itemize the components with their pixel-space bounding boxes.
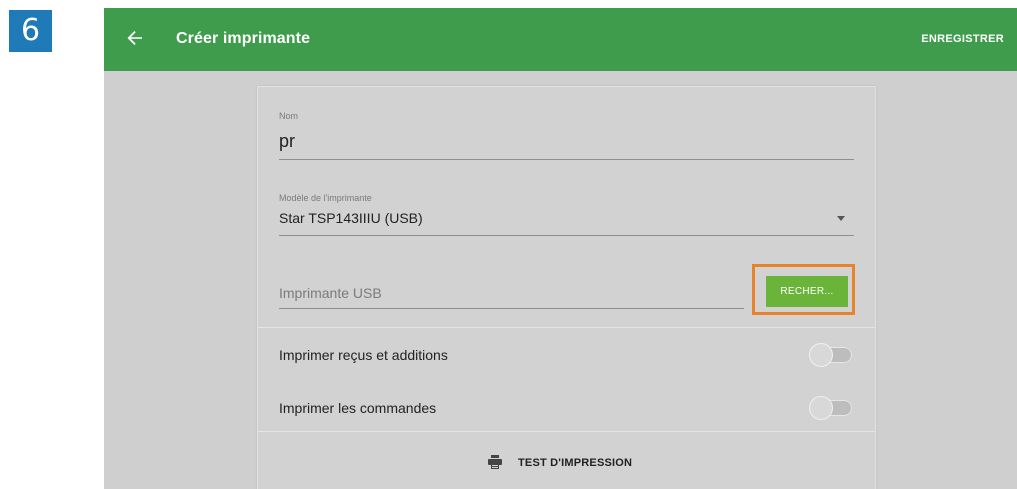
test-print-label: TEST D'IMPRESSION xyxy=(518,457,633,469)
toggle-print-receipts[interactable] xyxy=(809,343,857,367)
toggle-print-orders[interactable] xyxy=(809,396,857,420)
section-divider xyxy=(258,327,875,328)
model-select-underline xyxy=(279,235,854,236)
save-button[interactable]: ENREGISTRER xyxy=(921,33,1004,45)
toggle-thumb xyxy=(809,396,833,420)
step-number-badge: 6 xyxy=(9,10,52,52)
section-divider xyxy=(258,431,875,432)
app-bar: Créer imprimante ENREGISTRER xyxy=(104,8,1017,71)
toggle-thumb xyxy=(809,343,833,367)
app-screen: Créer imprimante ENREGISTRER Nom pr Modè… xyxy=(104,8,1017,489)
toggle-label-receipts: Imprimer reçus et additions xyxy=(279,347,448,363)
toggle-label-orders: Imprimer les commandes xyxy=(279,400,437,416)
arrow-left-icon[interactable] xyxy=(123,26,147,50)
usb-printer-field[interactable]: Imprimante USB xyxy=(279,285,382,301)
model-field-label: Modèle de l'imprimante xyxy=(279,193,372,203)
name-field-underline xyxy=(279,159,854,160)
model-select[interactable]: Star TSP143IIIU (USB) xyxy=(279,210,423,226)
printer-icon xyxy=(487,454,503,470)
name-field[interactable]: pr xyxy=(279,131,295,152)
printer-form-card: Nom pr Modèle de l'imprimante Star TSP14… xyxy=(257,86,876,489)
usb-printer-underline xyxy=(279,308,744,309)
page-title: Créer imprimante xyxy=(176,30,311,47)
dropdown-arrow-icon[interactable] xyxy=(837,216,845,221)
search-button[interactable]: RECHER... xyxy=(766,276,848,307)
name-field-label: Nom xyxy=(279,111,299,121)
test-print-button[interactable]: TEST D'IMPRESSION xyxy=(258,443,875,483)
